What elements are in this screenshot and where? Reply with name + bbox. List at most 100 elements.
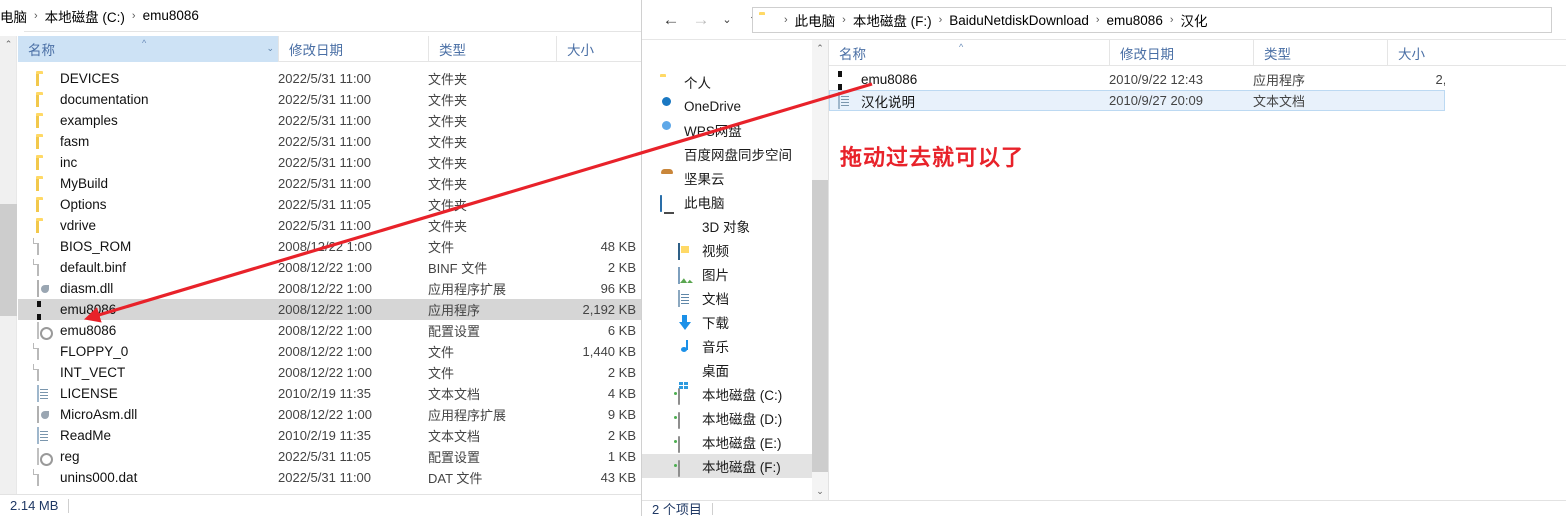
file-name-label: MyBuild: [60, 176, 109, 191]
scroll-up-icon[interactable]: ⌃: [812, 40, 828, 57]
table-row[interactable]: emu8086 2010/9/22 12:43 应用程序 2,192 KB: [829, 69, 1445, 90]
left-breadcrumb[interactable]: 电脑 › 本地磁盘 (C:) › emu8086: [0, 0, 641, 31]
file-name-cell: reg: [36, 446, 80, 467]
sidebar-item-10[interactable]: 下载: [642, 310, 812, 334]
scrollbar-thumb[interactable]: [812, 180, 828, 472]
chevron-down-icon[interactable]: ⌄: [266, 43, 274, 54]
address-item-0[interactable]: 此电脑: [795, 10, 836, 30]
forward-button[interactable]: →: [686, 5, 716, 35]
table-row[interactable]: MicroAsm.dll 2008/12/22 1:00 应用程序扩展 9 KB: [18, 404, 641, 425]
file-type-cell: 文件: [428, 366, 455, 381]
address-item-4[interactable]: 汉化: [1181, 10, 1208, 30]
table-row[interactable]: LICENSE 2010/2/19 11:35 文本文档 4 KB: [18, 383, 641, 404]
file-size-cell: 48 KB: [600, 239, 636, 254]
table-row[interactable]: DEVICES 2022/5/31 11:00 文件夹: [18, 68, 641, 89]
address-item-1[interactable]: 本地磁盘 (F:): [853, 10, 932, 30]
table-row[interactable]: unins000.dat 2022/5/31 11:00 DAT 文件 43 KB: [18, 467, 641, 488]
sidebar-item-4[interactable]: 坚果云: [642, 166, 812, 190]
table-row[interactable]: examples 2022/5/31 11:00 文件夹: [18, 110, 641, 131]
table-row[interactable]: emu8086 2008/12/22 1:00 应用程序 2,192 KB: [18, 299, 641, 320]
left-window-vertical-scrollbar[interactable]: ⌃ ⌄: [0, 36, 17, 516]
sidebar-item-7[interactable]: 视频: [642, 238, 812, 262]
exe-icon-glyph: [838, 70, 842, 90]
column-header-type[interactable]: 类型: [428, 36, 556, 62]
left-file-list[interactable]: DEVICES 2022/5/31 11:00 文件夹 documentation 20…: [18, 68, 641, 492]
sidebar-item-8[interactable]: 图片: [642, 262, 812, 286]
drive-icon-glyph: [678, 412, 680, 429]
address-item-2[interactable]: BaiduNetdiskDownload: [949, 13, 1089, 28]
table-row[interactable]: 汉化说明 2010/9/27 20:09 文本文档 1 KB: [829, 90, 1445, 111]
breadcrumb-item-2[interactable]: emu8086: [143, 8, 199, 23]
sidebar-item-6[interactable]: 3D 对象: [642, 214, 812, 238]
file-date-cell: 2008/12/22 1:00: [278, 365, 372, 380]
column-header-size[interactable]: 大小: [1387, 40, 1492, 66]
dll-icon: [36, 405, 54, 423]
column-header-size[interactable]: 大小: [556, 36, 641, 62]
table-row[interactable]: fasm 2022/5/31 11:00 文件夹: [18, 131, 641, 152]
scroll-down-icon[interactable]: ⌄: [812, 483, 828, 500]
baidu-netdisk-icon: [660, 146, 678, 162]
file-date-cell: 2022/5/31 11:05: [278, 197, 372, 212]
table-row[interactable]: MyBuild 2022/5/31 11:00 文件夹: [18, 173, 641, 194]
sidebar-item-13[interactable]: 本地磁盘 (C:): [642, 382, 812, 406]
table-row[interactable]: emu8086 2008/12/22 1:00 配置设置 6 KB: [18, 320, 641, 341]
recent-locations-button[interactable]: ⌄: [716, 5, 738, 35]
table-row[interactable]: diasm.dll 2008/12/22 1:00 应用程序扩展 96 KB: [18, 278, 641, 299]
file-type-cell: 文件: [428, 240, 455, 255]
navigation-pane[interactable]: 个人 OneDrive WPS网盘 百度网盘同步空间 坚果云 此电脑 3D 对象视频图片 文档…: [642, 40, 812, 500]
scroll-up-icon[interactable]: ⌃: [0, 36, 17, 53]
sidebar-item-5[interactable]: 此电脑: [642, 190, 812, 214]
file-date-cell: 2022/5/31 11:00: [278, 218, 372, 233]
file-size-cell: [516, 194, 636, 215]
table-row[interactable]: reg 2022/5/31 11:05 配置设置 1 KB: [18, 446, 641, 467]
column-header-name[interactable]: ^ 名称 ⌄: [18, 36, 278, 62]
file-type-cell: 文件夹: [428, 72, 468, 87]
sidebar-item-9[interactable]: 文档: [642, 286, 812, 310]
table-row[interactable]: inc 2022/5/31 11:00 文件夹: [18, 152, 641, 173]
back-button[interactable]: ←: [656, 5, 686, 35]
right-address-bar[interactable]: › 此电脑 › 本地磁盘 (F:) › BaiduNetdiskDownload…: [752, 7, 1552, 33]
file-name-cell: 汉化说明: [837, 90, 915, 111]
column-header-date[interactable]: 修改日期: [278, 36, 428, 62]
sidebar-item-label: 本地磁盘 (C:): [702, 388, 783, 403]
breadcrumb-item-0[interactable]: 电脑: [0, 6, 27, 26]
breadcrumb-item-1[interactable]: 本地磁盘 (C:): [45, 6, 125, 26]
file-icon: [36, 363, 54, 381]
sidebar-item-14[interactable]: 本地磁盘 (D:): [642, 406, 812, 430]
column-header-type[interactable]: 类型: [1253, 40, 1387, 66]
sidebar-item-label: 视频: [702, 244, 729, 259]
sidebar-item-12[interactable]: 桌面: [642, 358, 812, 382]
sidebar-item-0[interactable]: 个人: [642, 70, 812, 94]
right-file-list[interactable]: emu8086 2010/9/22 12:43 应用程序 2,192 KB 汉化说明 20…: [829, 69, 1445, 489]
file-size-cell: 2 KB: [607, 365, 636, 380]
sidebar-item-3[interactable]: 百度网盘同步空间: [642, 142, 812, 166]
file-date-cell: 2008/12/22 1:00: [278, 260, 372, 275]
file-name-cell: DEVICES: [36, 68, 119, 89]
address-item-3[interactable]: emu8086: [1107, 13, 1163, 28]
column-header-date[interactable]: 修改日期: [1109, 40, 1253, 66]
table-row[interactable]: vdrive 2022/5/31 11:00 文件夹: [18, 215, 641, 236]
navigation-pane-scrollbar[interactable]: ⌃ ⌄: [812, 40, 828, 500]
table-row[interactable]: default.binf 2008/12/22 1:00 BINF 文件 2 KB: [18, 257, 641, 278]
table-row[interactable]: ReadMe 2010/2/19 11:35 文本文档 2 KB: [18, 425, 641, 446]
sidebar-item-15[interactable]: 本地磁盘 (E:): [642, 430, 812, 454]
column-header-name[interactable]: ^ 名称: [829, 40, 1109, 66]
table-row[interactable]: BIOS_ROM 2008/12/22 1:00 文件 48 KB: [18, 236, 641, 257]
address-separator: ›: [1169, 14, 1174, 26]
column-header-name-label: 名称: [28, 43, 55, 58]
sidebar-item-16[interactable]: 本地磁盘 (F:): [642, 454, 812, 478]
file-name-cell: fasm: [36, 131, 89, 152]
file-date-cell: 2008/12/22 1:00: [278, 407, 372, 422]
status-divider: [68, 498, 70, 513]
sidebar-item-2[interactable]: WPS网盘: [642, 118, 812, 142]
table-row[interactable]: Options 2022/5/31 11:05 文件夹: [18, 194, 641, 215]
left-status-bar: 2.14 MB: [0, 494, 641, 516]
table-row[interactable]: documentation 2022/5/31 11:00 文件夹: [18, 89, 641, 110]
sidebar-item-1[interactable]: OneDrive: [642, 94, 812, 118]
file-name-label: FLOPPY_0: [60, 344, 129, 359]
sidebar-item-11[interactable]: 音乐: [642, 334, 812, 358]
table-row[interactable]: INT_VECT 2008/12/22 1:00 文件 2 KB: [18, 362, 641, 383]
drive-icon-glyph: [678, 460, 680, 477]
table-row[interactable]: FLOPPY_0 2008/12/22 1:00 文件 1,440 KB: [18, 341, 641, 362]
scrollbar-thumb[interactable]: [0, 204, 17, 316]
